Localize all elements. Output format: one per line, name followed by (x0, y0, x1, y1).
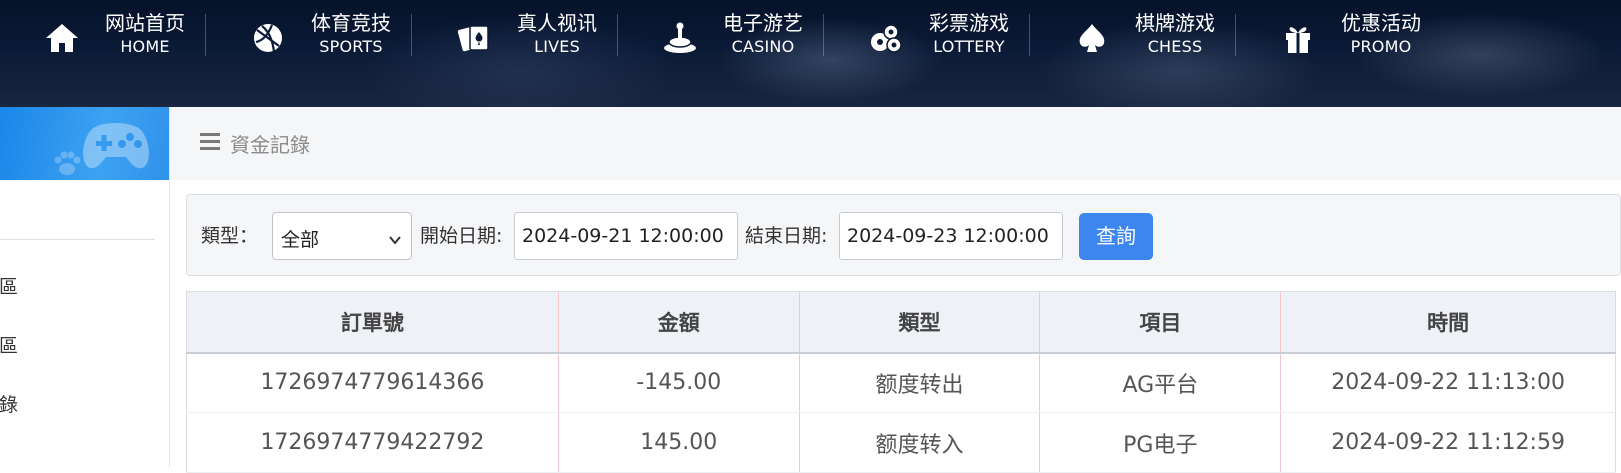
cell-type: 额度转出 (799, 352, 1041, 413)
lottery-balls-icon (866, 20, 906, 56)
end-date-input[interactable] (839, 212, 1063, 260)
nav-en-label: LIVES (534, 37, 580, 56)
nav-item-chess[interactable]: 棋牌游戏 CHESS (1046, 0, 1252, 100)
query-button[interactable]: 查詢 (1079, 213, 1153, 260)
nav-divider (411, 14, 412, 56)
sidebar-item[interactable]: 專區 (0, 331, 18, 358)
gamepad-icon (78, 113, 154, 179)
slot-icon (660, 20, 700, 56)
paw-icon (52, 151, 82, 177)
nav-divider (823, 14, 824, 56)
nav-divider (205, 14, 206, 56)
nav-item-casino[interactable]: 电子游艺 CASINO (634, 0, 840, 100)
nav-en-label: HOME (120, 37, 170, 56)
cell-type: 额度转入 (799, 412, 1041, 473)
sidebar: 專區 專區 記錄 錄 (0, 107, 170, 467)
col-header-time: 時間 (1280, 291, 1616, 354)
nav-item-label: 优惠活动 PROMO (1326, 10, 1436, 58)
nav-divider (1029, 14, 1030, 56)
nav-en-label: LOTTERY (933, 37, 1005, 56)
nav-item-label: 网站首页 HOME (90, 10, 200, 58)
nav-en-label: PROMO (1350, 37, 1412, 56)
cards-icon (454, 20, 494, 56)
chevron-down-icon (389, 231, 401, 245)
nav-cn-label: 优惠活动 (1341, 11, 1421, 35)
cell-item: AG平台 (1039, 352, 1282, 413)
nav-item-label: 体育竞技 SPORTS (296, 10, 406, 58)
cell-order-no: 1726974779614366 (186, 352, 559, 413)
nav-item-sports[interactable]: 体育竞技 SPORTS (222, 0, 428, 100)
cell-time: 2024-09-22 11:12:59 (1280, 412, 1616, 473)
nav-cn-label: 彩票游戏 (929, 11, 1009, 35)
nav-cn-label: 网站首页 (105, 11, 185, 35)
cell-amount: -145.00 (558, 352, 800, 413)
top-navigation: 网站首页 HOME 体育竞技 SPORTS 真人视讯 LIVES 电子游艺 CA… (0, 0, 1621, 107)
sidebar-item[interactable]: 記錄 (0, 390, 18, 417)
nav-item-label: 真人视讯 LIVES (502, 10, 612, 58)
cell-time: 2024-09-22 11:13:00 (1280, 352, 1616, 413)
nav-cn-label: 棋牌游戏 (1135, 11, 1215, 35)
nav-item-promo[interactable]: 优惠活动 PROMO (1252, 0, 1458, 100)
home-icon (42, 20, 82, 56)
nav-item-lottery[interactable]: 彩票游戏 LOTTERY (840, 0, 1046, 100)
cell-amount: 145.00 (558, 412, 800, 473)
col-header-item: 項目 (1039, 291, 1282, 354)
nav-item-label: 电子游艺 CASINO (708, 10, 818, 58)
start-date-label: 開始日期: (420, 225, 503, 247)
nav-divider (617, 14, 618, 56)
type-select-value: 全部 (281, 229, 320, 251)
nav-cn-label: 电子游艺 (723, 11, 803, 35)
sidebar-divider (0, 239, 155, 240)
menu-icon[interactable] (200, 133, 220, 151)
gift-icon (1278, 20, 1318, 56)
table-row: 1726974779614366 -145.00 额度转出 AG平台 2024-… (186, 352, 1616, 413)
type-label: 類型： (201, 225, 259, 247)
col-header-type: 類型 (799, 291, 1041, 354)
type-select[interactable]: 全部 (272, 212, 412, 260)
table-header-row: 訂單號 金額 類型 項目 時間 (186, 291, 1616, 354)
cell-order-no: 1726974779422792 (186, 412, 559, 473)
nav-item-lives[interactable]: 真人视讯 LIVES (428, 0, 634, 100)
cell-item: PG电子 (1039, 412, 1282, 473)
nav-cn-label: 体育竞技 (311, 11, 391, 35)
nav-item-label: 彩票游戏 LOTTERY (914, 10, 1024, 58)
sidebar-item[interactable]: 專區 (0, 272, 18, 299)
page-title: 資金記錄 (230, 133, 310, 157)
ball-icon (248, 20, 288, 56)
spade-icon (1072, 20, 1112, 56)
nav-en-label: SPORTS (319, 37, 383, 56)
start-date-input[interactable] (514, 212, 738, 260)
end-date-label: 結束日期: (745, 225, 828, 247)
col-header-amount: 金額 (558, 291, 800, 354)
filter-bar: 類型： 全部 開始日期: 結束日期: 查詢 (186, 194, 1621, 276)
records-table: 訂單號 金額 類型 項目 時間 1726974779614366 -145.00… (186, 291, 1616, 473)
sidebar-banner (0, 107, 169, 180)
content-header: 資金記錄 (170, 107, 1621, 180)
col-header-order-no: 訂單號 (186, 291, 559, 354)
nav-cn-label: 真人视讯 (517, 11, 597, 35)
nav-item-label: 棋牌游戏 CHESS (1120, 10, 1230, 58)
nav-divider (1235, 14, 1236, 56)
nav-item-home[interactable]: 网站首页 HOME (16, 0, 222, 100)
nav-en-label: CASINO (731, 37, 795, 56)
nav-en-label: CHESS (1147, 37, 1203, 56)
table-row: 1726974779422792 145.00 额度转入 PG电子 2024-0… (186, 412, 1616, 473)
